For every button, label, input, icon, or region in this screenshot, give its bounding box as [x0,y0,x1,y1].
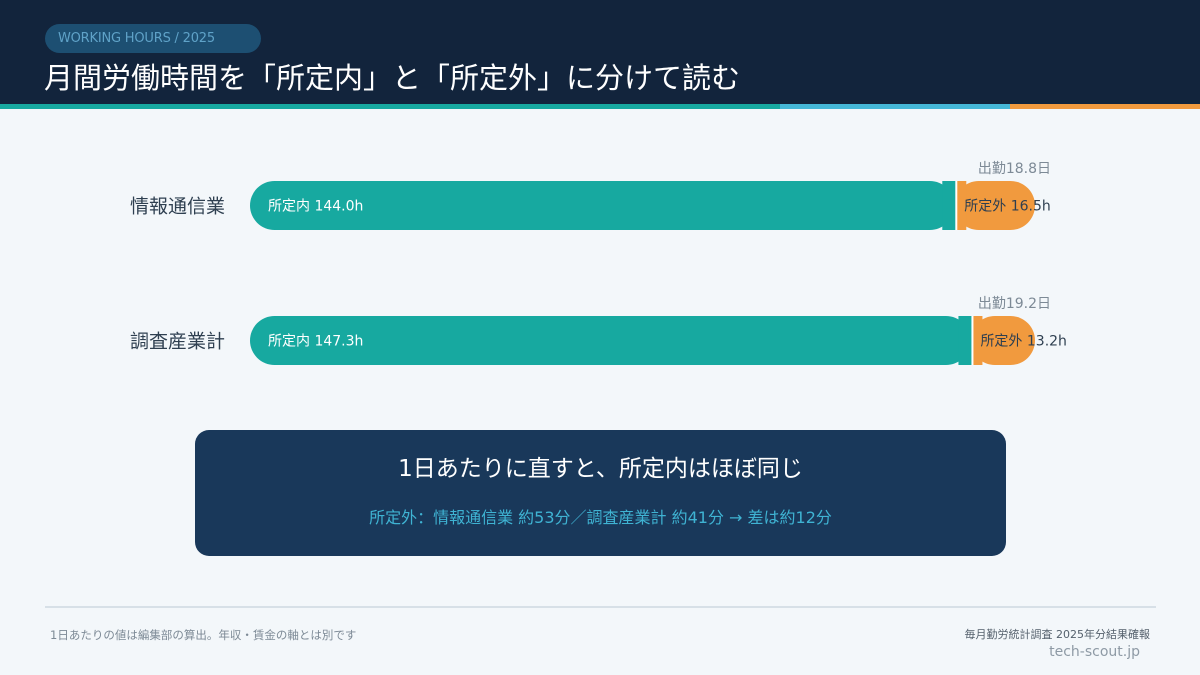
site-name: tech-scout.jp [1049,644,1140,660]
bar-join [958,316,973,365]
stripe-segment-teal [0,104,780,109]
attendance-annotation: 出勤19.2日 [978,296,1051,312]
header-accent-stripe [0,104,1200,109]
header: WORKING HOURS / 2025 月間労働時間を「所定内」と「所定外」に… [0,0,1200,104]
category-badge: WORKING HOURS / 2025 [45,24,261,53]
page-title: 月間労働時間を「所定内」と「所定外」に分けて読む [44,61,741,95]
bar-label-shoteinai: 所定内 144.0h [268,199,363,215]
working-hours-chart: 情報通信業 所定内 144.0h 所定外 16.5h 出勤18.8日調査産業計 所定内 … [130,161,1067,365]
stripe-segment-orange [1010,104,1200,109]
footer-divider [45,606,1156,608]
stripe-segment-blue [780,104,1010,109]
category-label: 情報通信業 [130,196,225,218]
attendance-annotation: 出勤18.8日 [978,161,1051,177]
summary-detail: 所定外：情報通信業 約53分／調査産業計 約41分 → 差は約12分 [369,508,832,527]
bar-label-shoteinai: 所定内 147.3h [268,334,363,350]
footnote: 1日あたりの値は編集部の算出。年収・賃金の軸とは別です [50,628,357,642]
bar-label-shoteigai: 所定外 16.5h [964,199,1051,215]
summary-headline: 1日あたりに直すと、所定内はほぼ同じ [398,456,803,482]
bar-label-shoteigai: 所定外 13.2h [980,334,1066,350]
summary-box: 1日あたりに直すと、所定内はほぼ同じ 所定外：情報通信業 約53分／調査産業計 … [195,430,1006,556]
slide: WORKING HOURS / 2025 月間労働時間を「所定内」と「所定外」に… [0,0,1200,675]
category-label: 調査産業計 [130,331,225,353]
bar-join [942,181,957,230]
